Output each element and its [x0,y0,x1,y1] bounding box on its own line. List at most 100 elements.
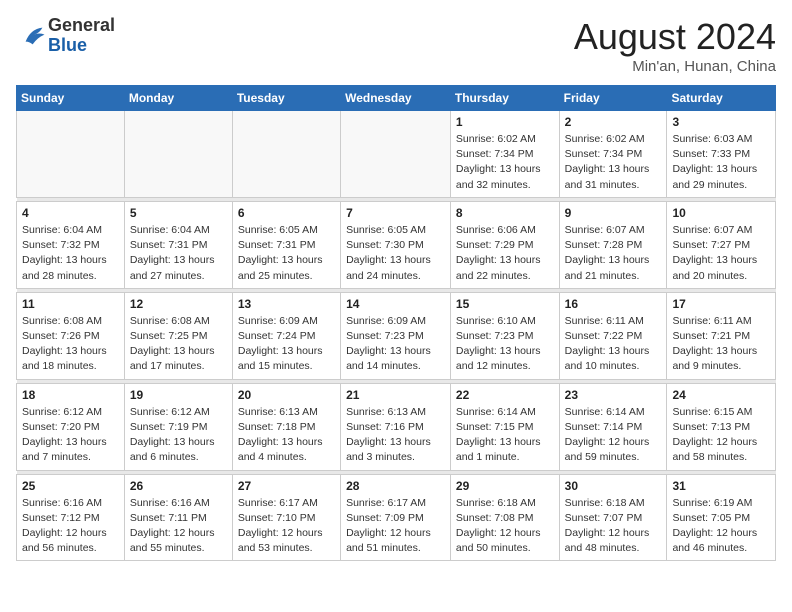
calendar-cell: 17 Sunrise: 6:11 AMSunset: 7:21 PMDayligh… [667,292,776,379]
day-number: 17 [672,297,770,311]
weekday-header-saturday: Saturday [667,86,776,111]
calendar-cell: 26 Sunrise: 6:16 AMSunset: 7:11 PMDayligh… [124,474,232,561]
day-number: 13 [238,297,335,311]
day-info: Sunrise: 6:07 AMSunset: 7:27 PMDaylight:… [672,223,770,284]
location-subtitle: Min'an, Hunan, China [574,58,776,75]
calendar-cell: 19 Sunrise: 6:12 AMSunset: 7:19 PMDayligh… [124,383,232,470]
calendar-cell: 8 Sunrise: 6:06 AMSunset: 7:29 PMDaylight… [450,201,559,288]
day-info: Sunrise: 6:14 AMSunset: 7:14 PMDaylight:… [565,405,662,466]
weekday-header-wednesday: Wednesday [341,86,451,111]
calendar-cell: 29 Sunrise: 6:18 AMSunset: 7:08 PMDayligh… [450,474,559,561]
day-info: Sunrise: 6:08 AMSunset: 7:26 PMDaylight:… [22,314,119,375]
day-number: 12 [130,297,227,311]
day-info: Sunrise: 6:09 AMSunset: 7:24 PMDaylight:… [238,314,335,375]
day-info: Sunrise: 6:11 AMSunset: 7:21 PMDaylight:… [672,314,770,375]
day-info: Sunrise: 6:05 AMSunset: 7:31 PMDaylight:… [238,223,335,284]
calendar-cell: 27Sunrise: 6:17 AMSunset: 7:10 PMDayligh… [232,474,340,561]
day-info: Sunrise: 6:15 AMSunset: 7:13 PMDaylight:… [672,405,770,466]
weekday-header-sunday: Sunday [17,86,125,111]
calendar-cell: 31Sunrise: 6:19 AMSunset: 7:05 PMDayligh… [667,474,776,561]
day-number: 23 [565,388,662,402]
day-info: Sunrise: 6:17 AMSunset: 7:09 PMDaylight:… [346,496,445,557]
day-info: Sunrise: 6:03 AMSunset: 7:33 PMDaylight:… [672,132,770,193]
weekday-header-tuesday: Tuesday [232,86,340,111]
day-info: Sunrise: 6:16 AMSunset: 7:12 PMDaylight:… [22,496,119,557]
logo-text: General Blue [48,16,115,56]
day-number: 18 [22,388,119,402]
day-number: 19 [130,388,227,402]
calendar-week-row-4: 18Sunrise: 6:12 AMSunset: 7:20 PMDayligh… [17,383,776,470]
day-number: 9 [565,206,662,220]
day-number: 24 [672,388,770,402]
calendar-cell: 21Sunrise: 6:13 AMSunset: 7:16 PMDayligh… [341,383,451,470]
logo-general: General [48,16,115,36]
title-section: August 2024 Min'an, Hunan, China [574,16,776,75]
calendar-cell: 20 Sunrise: 6:13 AMSunset: 7:18 PMDayligh… [232,383,340,470]
day-number: 20 [238,388,335,402]
day-info: Sunrise: 6:04 AMSunset: 7:32 PMDaylight:… [22,223,119,284]
weekday-header-row: SundayMondayTuesdayWednesdayThursdayFrid… [17,86,776,111]
calendar-cell: 24 Sunrise: 6:15 AMSunset: 7:13 PMDayligh… [667,383,776,470]
calendar-cell: 23 Sunrise: 6:14 AMSunset: 7:14 PMDayligh… [559,383,667,470]
day-info: Sunrise: 6:12 AMSunset: 7:19 PMDaylight:… [130,405,227,466]
calendar-cell: 30 Sunrise: 6:18 AMSunset: 7:07 PMDayligh… [559,474,667,561]
day-number: 22 [456,388,554,402]
calendar-cell: 7 Sunrise: 6:05 AMSunset: 7:30 PMDaylight… [341,201,451,288]
day-info: Sunrise: 6:16 AMSunset: 7:11 PMDaylight:… [130,496,227,557]
day-info: Sunrise: 6:07 AMSunset: 7:28 PMDaylight:… [565,223,662,284]
calendar-cell [341,111,451,198]
calendar-week-row-1: 1Sunrise: 6:02 AMSunset: 7:34 PMDaylight… [17,111,776,198]
day-info: Sunrise: 6:14 AMSunset: 7:15 PMDaylight:… [456,405,554,466]
calendar-cell [17,111,125,198]
day-number: 14 [346,297,445,311]
calendar-cell: 18Sunrise: 6:12 AMSunset: 7:20 PMDayligh… [17,383,125,470]
calendar-week-row-2: 4 Sunrise: 6:04 AMSunset: 7:32 PMDaylight… [17,201,776,288]
day-number: 29 [456,479,554,493]
day-number: 30 [565,479,662,493]
day-number: 1 [456,115,554,129]
calendar-cell: 15 Sunrise: 6:10 AMSunset: 7:23 PMDayligh… [450,292,559,379]
day-number: 6 [238,206,335,220]
day-info: Sunrise: 6:06 AMSunset: 7:29 PMDaylight:… [456,223,554,284]
calendar-cell: 25Sunrise: 6:16 AMSunset: 7:12 PMDayligh… [17,474,125,561]
day-number: 7 [346,206,445,220]
day-number: 26 [130,479,227,493]
day-info: Sunrise: 6:11 AMSunset: 7:22 PMDaylight:… [565,314,662,375]
calendar-cell: 6 Sunrise: 6:05 AMSunset: 7:31 PMDaylight… [232,201,340,288]
calendar-cell: 4 Sunrise: 6:04 AMSunset: 7:32 PMDaylight… [17,201,125,288]
calendar-cell: 10Sunrise: 6:07 AMSunset: 7:27 PMDayligh… [667,201,776,288]
calendar-cell: 5 Sunrise: 6:04 AMSunset: 7:31 PMDaylight… [124,201,232,288]
day-info: Sunrise: 6:18 AMSunset: 7:08 PMDaylight:… [456,496,554,557]
day-number: 15 [456,297,554,311]
calendar-table: SundayMondayTuesdayWednesdayThursdayFrid… [16,85,776,561]
calendar-cell [232,111,340,198]
day-number: 31 [672,479,770,493]
page-header: General Blue August 2024 Min'an, Hunan, … [16,16,776,75]
calendar-cell: 14Sunrise: 6:09 AMSunset: 7:23 PMDayligh… [341,292,451,379]
calendar-cell: 11 Sunrise: 6:08 AMSunset: 7:26 PMDayligh… [17,292,125,379]
logo-bird-icon [20,22,48,50]
day-number: 28 [346,479,445,493]
logo: General Blue [16,16,115,56]
calendar-cell: 28 Sunrise: 6:17 AMSunset: 7:09 PMDayligh… [341,474,451,561]
weekday-header-monday: Monday [124,86,232,111]
calendar-cell: 12Sunrise: 6:08 AMSunset: 7:25 PMDayligh… [124,292,232,379]
day-number: 2 [565,115,662,129]
day-number: 4 [22,206,119,220]
calendar-cell: 1Sunrise: 6:02 AMSunset: 7:34 PMDaylight… [450,111,559,198]
calendar-cell [124,111,232,198]
day-number: 5 [130,206,227,220]
day-info: Sunrise: 6:13 AMSunset: 7:16 PMDaylight:… [346,405,445,466]
calendar-week-row-5: 25Sunrise: 6:16 AMSunset: 7:12 PMDayligh… [17,474,776,561]
day-info: Sunrise: 6:13 AMSunset: 7:18 PMDaylight:… [238,405,335,466]
calendar-week-row-3: 11 Sunrise: 6:08 AMSunset: 7:26 PMDayligh… [17,292,776,379]
day-info: Sunrise: 6:18 AMSunset: 7:07 PMDaylight:… [565,496,662,557]
day-number: 11 [22,297,119,311]
day-number: 8 [456,206,554,220]
day-info: Sunrise: 6:04 AMSunset: 7:31 PMDaylight:… [130,223,227,284]
calendar-cell: 16 Sunrise: 6:11 AMSunset: 7:22 PMDayligh… [559,292,667,379]
day-info: Sunrise: 6:05 AMSunset: 7:30 PMDaylight:… [346,223,445,284]
day-number: 16 [565,297,662,311]
day-info: Sunrise: 6:10 AMSunset: 7:23 PMDaylight:… [456,314,554,375]
calendar-cell: 9 Sunrise: 6:07 AMSunset: 7:28 PMDaylight… [559,201,667,288]
